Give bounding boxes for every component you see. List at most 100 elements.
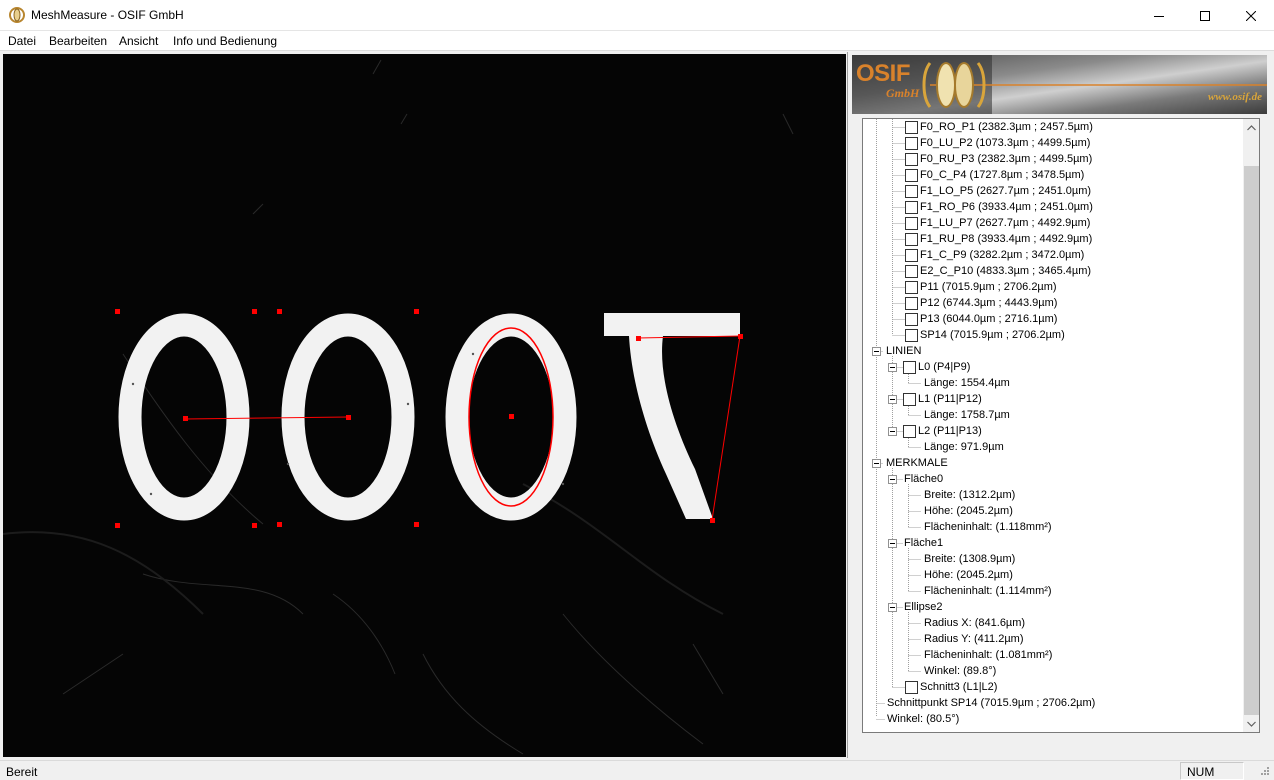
point-f1-ro[interactable] — [414, 309, 419, 314]
status-bar: Bereit NUM — [0, 760, 1274, 780]
tree-group-linien[interactable]: LINIEN — [886, 343, 921, 359]
scroll-up-button[interactable] — [1243, 119, 1259, 136]
checkbox-point-8[interactable] — [905, 233, 918, 246]
image-viewport[interactable] — [3, 54, 846, 757]
point-f1-c[interactable] — [346, 415, 351, 420]
tree-feature-schnitt3[interactable]: Schnitt3 (L1|L2) — [920, 679, 997, 695]
point-p12[interactable] — [710, 518, 715, 523]
tree-point-11[interactable]: P11 (7015.9µm ; 2706.2µm) — [920, 279, 1057, 295]
tree-point-8[interactable]: F1_RU_P8 (3933.4µm ; 4492.9µm) — [920, 231, 1092, 247]
tree-ellipse2-radius-y[interactable]: Radius Y: (411.2µm) — [924, 631, 1023, 647]
tree-point-9[interactable]: F1_C_P9 (3282.2µm ; 3472.0µm) — [920, 247, 1084, 263]
expander-line-1[interactable] — [888, 395, 897, 404]
expander-merkmale[interactable] — [872, 459, 881, 468]
tree-feature-flaeche1[interactable]: Fläche1 — [904, 535, 943, 551]
menu-bearbeiten[interactable]: Bearbeiten — [49, 34, 107, 48]
checkbox-point-4[interactable] — [905, 169, 918, 182]
tree-feature-ellipse2[interactable]: Ellipse2 — [904, 599, 943, 615]
expander-ellipse2[interactable] — [888, 603, 897, 612]
tree-point-7[interactable]: F1_LU_P7 (2627.7µm ; 4492.9µm) — [920, 215, 1090, 231]
point-e2-c[interactable] — [509, 414, 514, 419]
point-f1-ru[interactable] — [414, 522, 419, 527]
checkbox-line-1[interactable] — [903, 393, 916, 406]
tree-flaeche0-hoehe[interactable]: Höhe: (2045.2µm) — [924, 503, 1013, 519]
point-f0-lu[interactable] — [115, 523, 120, 528]
line-l0[interactable] — [184, 416, 349, 420]
tree-flaeche1-hoehe[interactable]: Höhe: (2045.2µm) — [924, 567, 1013, 583]
close-icon — [1246, 10, 1256, 21]
right-panel: OSIF GmbH www.osif.de F0_RO_P1 (2382.3µm… — [847, 52, 1274, 758]
tree-line-0-length[interactable]: Länge: 1554.4µm — [924, 375, 1010, 391]
expander-flaeche0[interactable] — [888, 475, 897, 484]
measurement-tree[interactable]: F0_RO_P1 (2382.3µm ; 2457.5µm) F0_LU_P2 … — [862, 118, 1260, 733]
tree-point-6[interactable]: F1_RO_P6 (3933.4µm ; 2451.0µm) — [920, 199, 1093, 215]
measurement-image[interactable] — [3, 54, 846, 757]
close-button[interactable] — [1228, 0, 1274, 31]
expander-line-2[interactable] — [888, 427, 897, 436]
tree-ellipse2-inhalt[interactable]: Flächeninhalt: (1.081mm²) — [924, 647, 1052, 663]
tree-point-10[interactable]: E2_C_P10 (4833.3µm ; 3465.4µm) — [920, 263, 1091, 279]
checkbox-point-11[interactable] — [905, 281, 918, 294]
tree-point-3[interactable]: F0_RU_P3 (2382.3µm ; 4499.5µm) — [920, 151, 1092, 167]
checkbox-point-14[interactable] — [905, 329, 918, 342]
tree-line-1[interactable]: L1 (P11|P12) — [918, 391, 982, 407]
tree-intersection-point[interactable]: Schnittpunkt SP14 (7015.9µm ; 2706.2µm) — [887, 695, 1095, 711]
tree-flaeche0-breite[interactable]: Breite: (1312.2µm) — [924, 487, 1015, 503]
checkbox-point-3[interactable] — [905, 153, 918, 166]
checkbox-line-0[interactable] — [903, 361, 916, 374]
minimize-button[interactable] — [1136, 0, 1182, 31]
expander-flaeche1[interactable] — [888, 539, 897, 548]
point-p13[interactable] — [636, 336, 641, 341]
checkbox-point-6[interactable] — [905, 201, 918, 214]
tree-point-13[interactable]: P13 (6044.0µm ; 2716.1µm) — [920, 311, 1057, 327]
checkbox-point-5[interactable] — [905, 185, 918, 198]
menu-ansicht[interactable]: Ansicht — [119, 34, 158, 48]
status-text: Bereit — [6, 765, 38, 779]
tree-line-1-length[interactable]: Länge: 1758.7µm — [924, 407, 1010, 423]
tree-line-0[interactable]: L0 (P4|P9) — [918, 359, 970, 375]
expander-linien[interactable] — [872, 347, 881, 356]
scroll-thumb[interactable] — [1244, 166, 1259, 715]
checkbox-point-12[interactable] — [905, 297, 918, 310]
tree-flaeche1-breite[interactable]: Breite: (1308.9µm) — [924, 551, 1015, 567]
tree-ellipse2-winkel[interactable]: Winkel: (89.8°) — [924, 663, 996, 679]
menu-info-und-bedienung[interactable]: Info und Bedienung — [173, 34, 277, 48]
tree-line-2-length[interactable]: Länge: 971.9µm — [924, 439, 1004, 455]
maximize-button[interactable] — [1182, 0, 1228, 31]
menu-datei[interactable]: Datei — [8, 34, 36, 48]
tree-point-5[interactable]: F1_LO_P5 (2627.7µm ; 2451.0µm) — [920, 183, 1091, 199]
tree-point-12[interactable]: P12 (6744.3µm ; 4443.9µm) — [920, 295, 1057, 311]
tree-scrollbar[interactable] — [1243, 119, 1259, 732]
tree-group-merkmale[interactable]: MERKMALE — [886, 455, 948, 471]
resize-grip-icon[interactable] — [1258, 766, 1270, 778]
checkbox-point-13[interactable] — [905, 313, 918, 326]
point-f0-ro[interactable] — [252, 309, 257, 314]
checkbox-line-2[interactable] — [903, 425, 916, 438]
checkbox-point-7[interactable] — [905, 217, 918, 230]
checkbox-point-1[interactable] — [905, 121, 918, 134]
tree-angle[interactable]: Winkel: (80.5°) — [887, 711, 959, 727]
point-f0-ru[interactable] — [252, 523, 257, 528]
tree-ellipse2-radius-x[interactable]: Radius X: (841.6µm) — [924, 615, 1025, 631]
tree-flaeche0-inhalt[interactable]: Flächeninhalt: (1.118mm²) — [924, 519, 1052, 535]
expander-line-0[interactable] — [888, 363, 897, 372]
tree-line-2[interactable]: L2 (P11|P13) — [918, 423, 982, 439]
tree-point-14[interactable]: SP14 (7015.9µm ; 2706.2µm) — [920, 327, 1065, 343]
point-f0-lo[interactable] — [115, 309, 120, 314]
line-l1[interactable] — [711, 335, 741, 521]
tree-flaeche1-inhalt[interactable]: Flächeninhalt: (1.114mm²) — [924, 583, 1052, 599]
tree-point-4[interactable]: F0_C_P4 (1727.8µm ; 3478.5µm) — [920, 167, 1084, 183]
checkbox-point-2[interactable] — [905, 137, 918, 150]
point-f0-c[interactable] — [183, 416, 188, 421]
tree-point-1[interactable]: F0_RO_P1 (2382.3µm ; 2457.5µm) — [920, 119, 1093, 135]
tree-point-2[interactable]: F0_LU_P2 (1073.3µm ; 4499.5µm) — [920, 135, 1090, 151]
scroll-down-button[interactable] — [1243, 715, 1259, 732]
checkbox-point-10[interactable] — [905, 265, 918, 278]
tree-feature-flaeche0[interactable]: Fläche0 — [904, 471, 943, 487]
point-p11[interactable] — [738, 334, 743, 339]
checkbox-schnitt3[interactable] — [905, 681, 918, 694]
point-f1-lu[interactable] — [277, 522, 282, 527]
point-f1-lo[interactable] — [277, 309, 282, 314]
checkbox-point-9[interactable] — [905, 249, 918, 262]
logo-url[interactable]: www.osif.de — [1208, 91, 1262, 103]
